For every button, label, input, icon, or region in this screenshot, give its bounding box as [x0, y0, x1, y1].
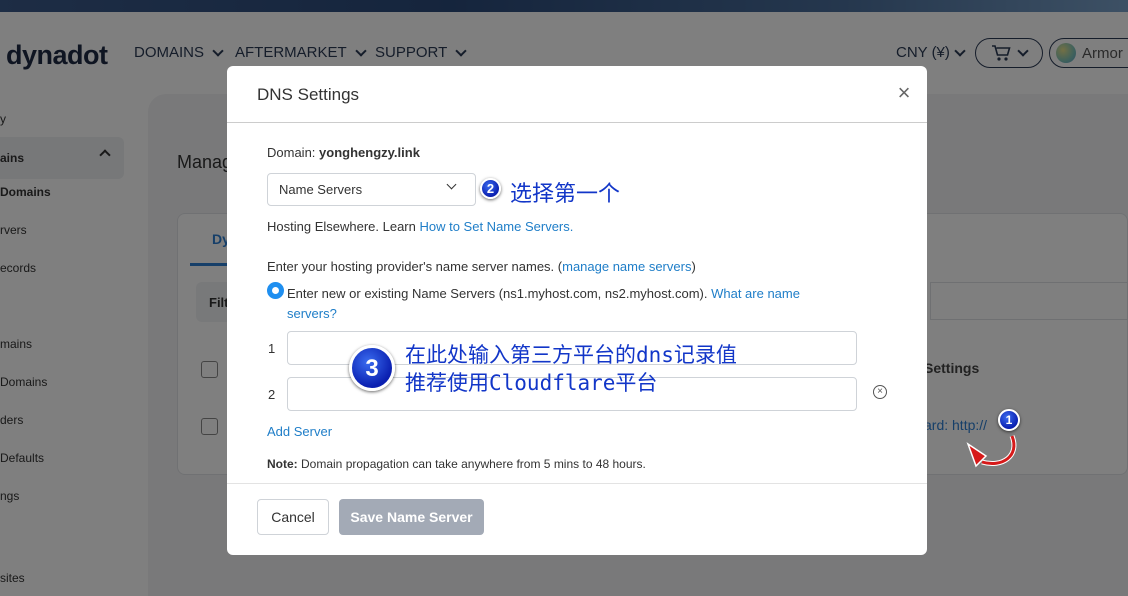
enter-line: Enter your hosting provider's name serve… — [267, 259, 696, 274]
ns-row-label: 1 — [268, 341, 276, 356]
cancel-button[interactable]: Cancel — [257, 499, 329, 535]
what-are-name-servers-link-2[interactable]: servers? — [287, 306, 337, 321]
divider — [227, 122, 927, 123]
domain-line: Domain: yonghengzy.link — [267, 145, 420, 160]
note-label: Note: — [267, 457, 298, 471]
dns-type-value: Name Servers — [279, 182, 363, 197]
step-2-badge: 2 — [480, 178, 501, 199]
how-to-link[interactable]: How to Set Name Servers. — [419, 219, 573, 234]
enter-close: ) — [691, 259, 696, 274]
hosting-text: Hosting Elsewhere. Learn — [267, 219, 420, 234]
radio-text: Enter new or existing Name Servers (ns1.… — [287, 286, 712, 301]
dns-type-select[interactable]: Name Servers — [267, 173, 476, 206]
dns-settings-modal: DNS Settings × Domain: yonghengzy.link N… — [227, 66, 927, 555]
note-text: Domain propagation can take anywhere fro… — [297, 457, 646, 471]
domain-label: Domain: — [267, 145, 316, 160]
modal-title: DNS Settings — [257, 85, 360, 104]
save-name-server-button[interactable]: Save Name Server — [339, 499, 484, 535]
divider — [227, 483, 927, 484]
step-3-badge: 3 — [349, 345, 395, 391]
step-2-text: 选择第一个 — [510, 182, 621, 207]
manage-name-servers-link[interactable]: manage name servers — [562, 259, 691, 274]
close-icon[interactable]: × — [893, 82, 915, 104]
name-server-radio[interactable] — [267, 282, 284, 299]
chevron-down-icon — [446, 179, 457, 190]
radio-line: Enter new or existing Name Servers (ns1.… — [287, 284, 887, 324]
what-are-name-servers-link[interactable]: What are name — [711, 286, 800, 301]
arrow-annotation-icon — [966, 435, 1017, 468]
step-3-text-line-1: 在此处输入第三方平台的dns记录值 — [405, 343, 737, 367]
step-3-text-line-2: 推荐使用Cloudflare平台 — [405, 371, 658, 395]
remove-server-icon[interactable]: × — [873, 385, 887, 399]
enter-text: Enter your hosting provider's name serve… — [267, 259, 563, 274]
note-line: Note: Domain propagation can take anywhe… — [267, 457, 646, 471]
step-1-badge: 1 — [998, 409, 1020, 431]
domain-value: yonghengzy.link — [319, 145, 420, 160]
ns-row-label: 2 — [268, 387, 276, 402]
add-server-link[interactable]: Add Server — [267, 424, 332, 439]
hosting-line: Hosting Elsewhere. Learn How to Set Name… — [267, 219, 573, 234]
